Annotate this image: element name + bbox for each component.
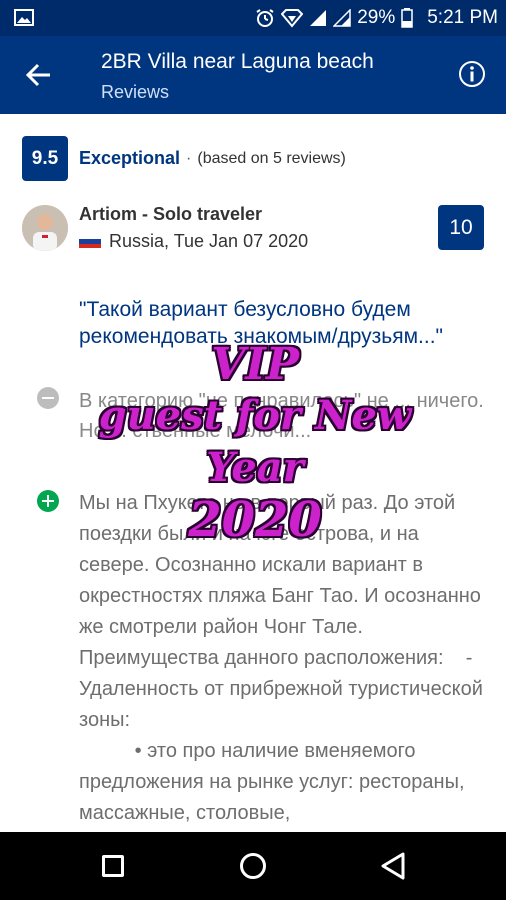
minus-circle-icon xyxy=(37,387,59,409)
arrow-left-icon[interactable] xyxy=(22,58,56,92)
russia-flag-icon xyxy=(79,234,101,249)
recent-apps-icon[interactable] xyxy=(102,855,124,877)
clock: 5:21 PM xyxy=(427,7,498,28)
app-screen: 29% 5:21 PM 2BR Villa near Laguna beach … xyxy=(0,0,506,900)
review-positive-text: Мы на Пхукете не в первый раз. До этой п… xyxy=(79,492,483,824)
score-summary: 9.5 Exceptional · (based on 5 reviews) xyxy=(22,136,346,181)
app-bar: 2BR Villa near Laguna beach Reviews xyxy=(0,36,506,114)
reviewer-country-date: Russia, Tue Jan 07 2020 xyxy=(109,231,309,251)
image-icon xyxy=(14,9,34,26)
signal-icon-2 xyxy=(333,9,351,27)
battery-percent: 29% xyxy=(357,7,396,28)
reviewer-name: Artiom - Solo traveler xyxy=(79,204,263,224)
alarm-icon xyxy=(256,9,274,27)
review-title: "Такой вариант безусловно будем рекоменд… xyxy=(79,298,443,348)
info-icon[interactable] xyxy=(458,60,486,88)
system-nav-bar xyxy=(0,832,506,900)
status-bar: 29% 5:21 PM xyxy=(0,0,506,36)
avatar xyxy=(22,205,68,251)
plus-circle-icon xyxy=(37,490,59,512)
review-negative-text: В категорию "не понравилось" не ... ниче… xyxy=(79,390,484,442)
battery-icon xyxy=(401,8,413,28)
back-triangle-icon[interactable] xyxy=(380,852,406,880)
page-subtitle: Reviews xyxy=(101,82,170,102)
signal-icon xyxy=(310,10,327,26)
page-title: 2BR Villa near Laguna beach xyxy=(101,50,374,73)
reviews-list[interactable]: 9.5 Exceptional · (based on 5 reviews) A… xyxy=(0,114,506,832)
home-icon[interactable] xyxy=(240,853,266,879)
review-count: (based on 5 reviews) xyxy=(197,149,346,167)
overall-score-badge: 9.5 xyxy=(22,136,68,181)
reviewer-meta: Russia, Tue Jan 07 2020 xyxy=(79,231,308,252)
wifi-icon xyxy=(281,9,304,28)
separator: · xyxy=(186,149,192,167)
score-label: Exceptional xyxy=(79,148,181,168)
review-score-badge: 10 xyxy=(438,205,484,250)
